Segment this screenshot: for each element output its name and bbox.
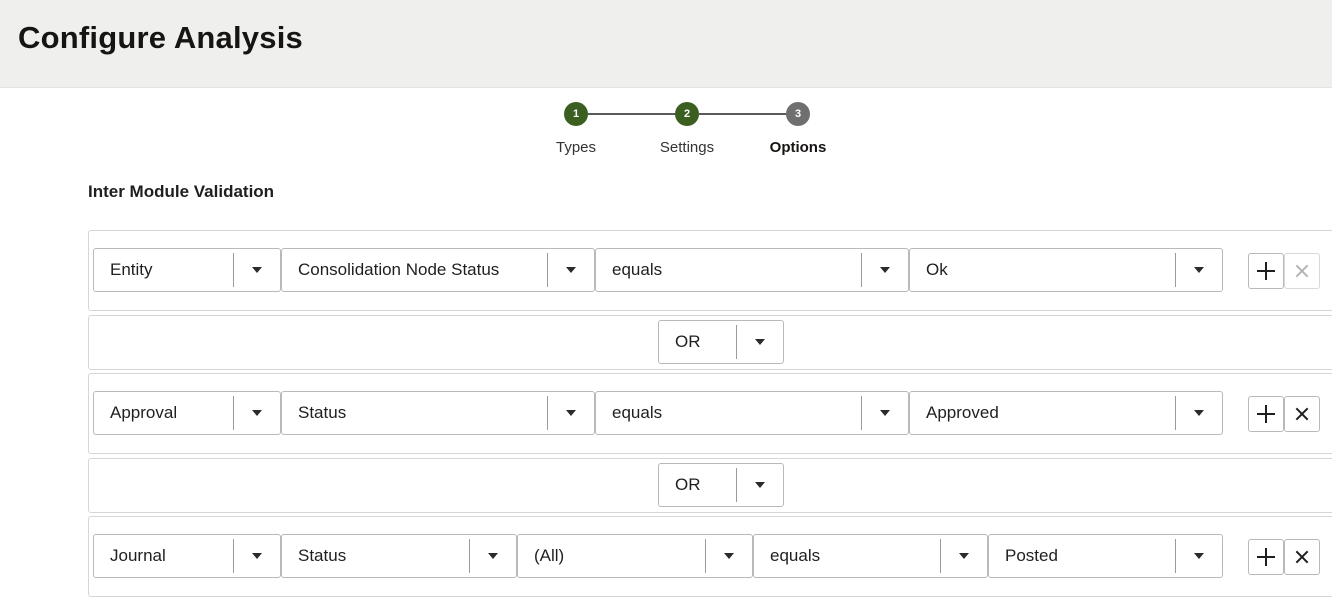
condition-1-field-select[interactable]: Consolidation Node Status [281,248,595,292]
caret-down-icon[interactable] [737,464,783,506]
caret-down-icon[interactable] [737,321,783,363]
caret-down-icon[interactable] [1176,535,1222,577]
condition-row-3: Journal Status (All) equals Posted [88,516,1332,597]
select-value: equals [770,546,821,565]
caret-down-icon[interactable] [548,249,594,291]
add-condition-button[interactable] [1248,539,1284,575]
caret-down-icon[interactable] [706,535,752,577]
step-1-label[interactable]: Types [516,139,636,156]
select-value: Status [298,403,347,422]
add-condition-button[interactable] [1248,396,1284,432]
select-value: equals [612,260,663,279]
condition-1-module-select[interactable]: Entity [93,248,281,292]
select-value: Posted [1005,546,1058,565]
step-2-label[interactable]: Settings [627,139,747,156]
step-3-marker[interactable]: 3 [786,102,810,126]
step-connector-2-3 [699,113,787,115]
close-icon [1295,264,1309,278]
connector-row-1: OR [88,315,1332,370]
condition-row-2: Approval Status equals Approved [88,373,1332,454]
caret-down-icon[interactable] [548,392,594,434]
caret-down-icon[interactable] [941,535,987,577]
select-value: Consolidation Node Status [298,260,500,279]
caret-down-icon[interactable] [234,249,280,291]
condition-1-operator-select[interactable]: equals [595,248,909,292]
connector-2-select[interactable]: OR [658,463,784,507]
plus-icon [1257,405,1275,423]
condition-2-module-select[interactable]: Approval [93,391,281,435]
remove-condition-button[interactable] [1284,396,1320,432]
remove-condition-button[interactable] [1284,253,1320,289]
select-value: Entity [110,260,153,279]
condition-1-value-select[interactable]: Ok [909,248,1223,292]
select-value: OR [675,475,701,494]
caret-down-icon[interactable] [1176,392,1222,434]
plus-icon [1257,548,1275,566]
caret-down-icon[interactable] [862,249,908,291]
caret-down-icon[interactable] [470,535,516,577]
step-1-marker[interactable]: 1 [564,102,588,126]
section-title: Inter Module Validation [88,182,275,201]
step-connector-1-2 [588,113,676,115]
condition-row-1: Entity Consolidation Node Status equals … [88,230,1332,311]
step-3-label[interactable]: Options [738,139,858,156]
condition-3-module-select[interactable]: Journal [93,534,281,578]
caret-down-icon[interactable] [234,535,280,577]
select-value: OR [675,332,701,351]
page-title: Configure Analysis [18,20,303,55]
add-condition-button[interactable] [1248,253,1284,289]
select-value: Approval [110,403,178,422]
condition-2-operator-select[interactable]: equals [595,391,909,435]
select-value: Journal [110,546,166,565]
select-value: Approved [926,403,999,422]
condition-3-field-select[interactable]: Status [281,534,517,578]
caret-down-icon[interactable] [1176,249,1222,291]
condition-3-filter-select[interactable]: (All) [517,534,753,578]
condition-3-value-select[interactable]: Posted [988,534,1223,578]
condition-2-field-select[interactable]: Status [281,391,595,435]
step-2-marker[interactable]: 2 [675,102,699,126]
caret-down-icon[interactable] [234,392,280,434]
caret-down-icon[interactable] [862,392,908,434]
plus-icon [1257,262,1275,280]
condition-2-value-select[interactable]: Approved [909,391,1223,435]
close-icon [1295,407,1309,421]
select-value: Ok [926,260,948,279]
page-header: Configure Analysis [0,0,1332,88]
remove-condition-button[interactable] [1284,539,1320,575]
select-value: (All) [534,546,565,565]
connector-row-2: OR [88,458,1332,513]
close-icon [1295,550,1309,564]
condition-3-operator-select[interactable]: equals [753,534,988,578]
select-value: equals [612,403,663,422]
connector-1-select[interactable]: OR [658,320,784,364]
select-value: Status [298,546,347,565]
